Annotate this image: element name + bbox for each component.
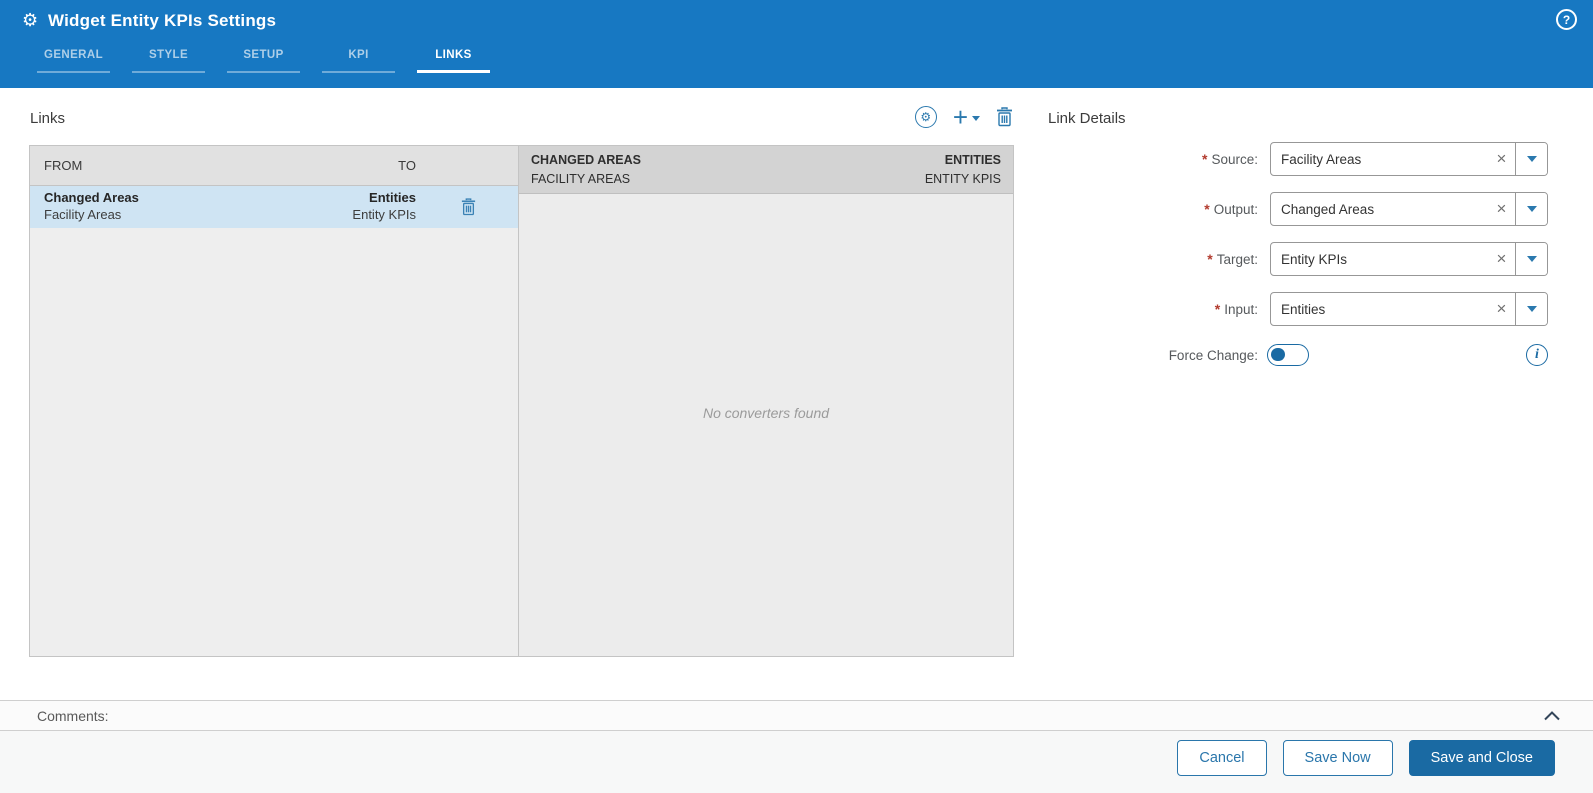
input-value: Entities	[1281, 301, 1326, 317]
link-details-panel: Link Details * Source: Facility Areas × *…	[1048, 110, 1548, 368]
chevron-up-icon	[1544, 710, 1560, 720]
add-link-button[interactable]: +	[952, 102, 980, 132]
target-combobox[interactable]: Entity KPIs ×	[1270, 242, 1548, 276]
chevron-down-icon	[972, 116, 980, 121]
delete-link-button[interactable]	[996, 107, 1013, 127]
links-section-title: Links	[30, 110, 66, 127]
target-field-row: * Target: Entity KPIs ×	[1048, 242, 1548, 276]
link-from-type: Facility Areas	[44, 207, 122, 222]
collapse-comments-button[interactable]	[1544, 710, 1560, 721]
clear-icon[interactable]: ×	[1488, 143, 1515, 175]
chevron-down-icon	[1526, 256, 1537, 262]
comments-label: Comments:	[37, 707, 109, 724]
target-value: Entity KPIs	[1281, 251, 1348, 267]
settings-gear-icon: ⚙	[22, 10, 39, 31]
row-delete-button[interactable]	[418, 198, 518, 216]
output-field-row: * Output: Changed Areas ×	[1048, 192, 1548, 226]
column-header-from: FROM	[44, 158, 83, 173]
output-value: Changed Areas	[1281, 201, 1375, 217]
source-field-row: * Source: Facility Areas ×	[1048, 142, 1548, 176]
link-row[interactable]: Changed Areas Facility Areas Entities En…	[30, 186, 518, 228]
required-marker: *	[1204, 201, 1210, 217]
link-to-type: Entity KPIs	[352, 207, 416, 222]
source-label: Source:	[1211, 152, 1258, 167]
input-label: Input:	[1224, 302, 1258, 317]
links-table-header: FROM TO	[30, 146, 518, 186]
converters-body: No converters found	[519, 194, 1013, 656]
input-field-row: * Input: Entities ×	[1048, 292, 1548, 326]
dialog-header: ⚙ Widget Entity KPIs Settings ? GENERAL …	[0, 0, 1593, 88]
link-to-name: Entities	[369, 190, 416, 206]
converter-to-subtitle: ENTITY KPIS	[924, 171, 1001, 186]
chevron-down-icon	[1526, 156, 1537, 162]
links-toolbar: ⚙ +	[893, 103, 1013, 131]
link-from-name: Changed Areas	[44, 190, 139, 206]
required-marker: *	[1202, 151, 1208, 167]
chevron-down-icon	[1526, 306, 1537, 312]
output-label: Output:	[1213, 202, 1258, 217]
help-icon[interactable]: ?	[1556, 9, 1577, 30]
converters-header: CHANGED AREAS FACILITY AREAS ENTITIES EN…	[519, 146, 1013, 194]
source-value: Facility Areas	[1281, 151, 1362, 167]
dropdown-button[interactable]	[1515, 243, 1547, 275]
dialog-title: Widget Entity KPIs Settings	[48, 11, 277, 30]
save-and-close-button[interactable]: Save and Close	[1408, 740, 1555, 776]
auto-link-button[interactable]: ⚙	[914, 106, 937, 128]
dropdown-button[interactable]	[1515, 143, 1547, 175]
source-combobox[interactable]: Facility Areas ×	[1270, 142, 1548, 176]
force-change-label: Force Change:	[1168, 347, 1258, 363]
tab-setup[interactable]: SETUP	[227, 46, 300, 73]
target-label: Target:	[1216, 252, 1258, 267]
links-table: FROM TO Changed Areas Facility Areas Ent…	[29, 145, 519, 657]
chevron-down-icon	[1526, 206, 1537, 212]
info-icon[interactable]: i	[1526, 344, 1548, 366]
tab-links[interactable]: LINKS	[417, 46, 490, 73]
converter-from-subtitle: FACILITY AREAS	[531, 171, 631, 186]
converter-to-title: ENTITIES	[944, 153, 1001, 168]
empty-converters-message: No converters found	[702, 405, 830, 421]
column-header-to: TO	[398, 158, 416, 173]
save-now-button[interactable]: Save Now	[1282, 740, 1393, 776]
input-combobox[interactable]: Entities ×	[1270, 292, 1548, 326]
output-combobox[interactable]: Changed Areas ×	[1270, 192, 1548, 226]
force-change-row: Force Change: i	[1048, 342, 1548, 368]
tab-general[interactable]: GENERAL	[37, 46, 110, 73]
converter-from-title: CHANGED AREAS	[531, 153, 641, 168]
cancel-button[interactable]: Cancel	[1177, 740, 1267, 776]
tab-bar: GENERAL STYLE SETUP KPI LINKS	[37, 46, 490, 73]
dropdown-button[interactable]	[1515, 293, 1547, 325]
clear-icon[interactable]: ×	[1488, 193, 1515, 225]
tab-style[interactable]: STYLE	[132, 46, 205, 73]
links-panels: FROM TO Changed Areas Facility Areas Ent…	[29, 145, 1014, 657]
force-change-toggle[interactable]	[1267, 344, 1309, 366]
required-marker: *	[1207, 251, 1213, 267]
link-details-title: Link Details	[1048, 110, 1126, 127]
dropdown-button[interactable]	[1515, 193, 1547, 225]
tab-kpi[interactable]: KPI	[322, 46, 395, 73]
dialog-footer: Cancel Save Now Save and Close	[0, 731, 1593, 793]
comments-bar: Comments:	[0, 700, 1593, 731]
trash-icon	[997, 107, 1012, 127]
clear-icon[interactable]: ×	[1488, 293, 1515, 325]
required-marker: *	[1214, 301, 1221, 317]
plus-icon: +	[952, 102, 968, 132]
trash-icon	[461, 198, 475, 216]
converters-panel: CHANGED AREAS FACILITY AREAS ENTITIES EN…	[519, 145, 1014, 657]
clear-icon[interactable]: ×	[1488, 243, 1515, 275]
